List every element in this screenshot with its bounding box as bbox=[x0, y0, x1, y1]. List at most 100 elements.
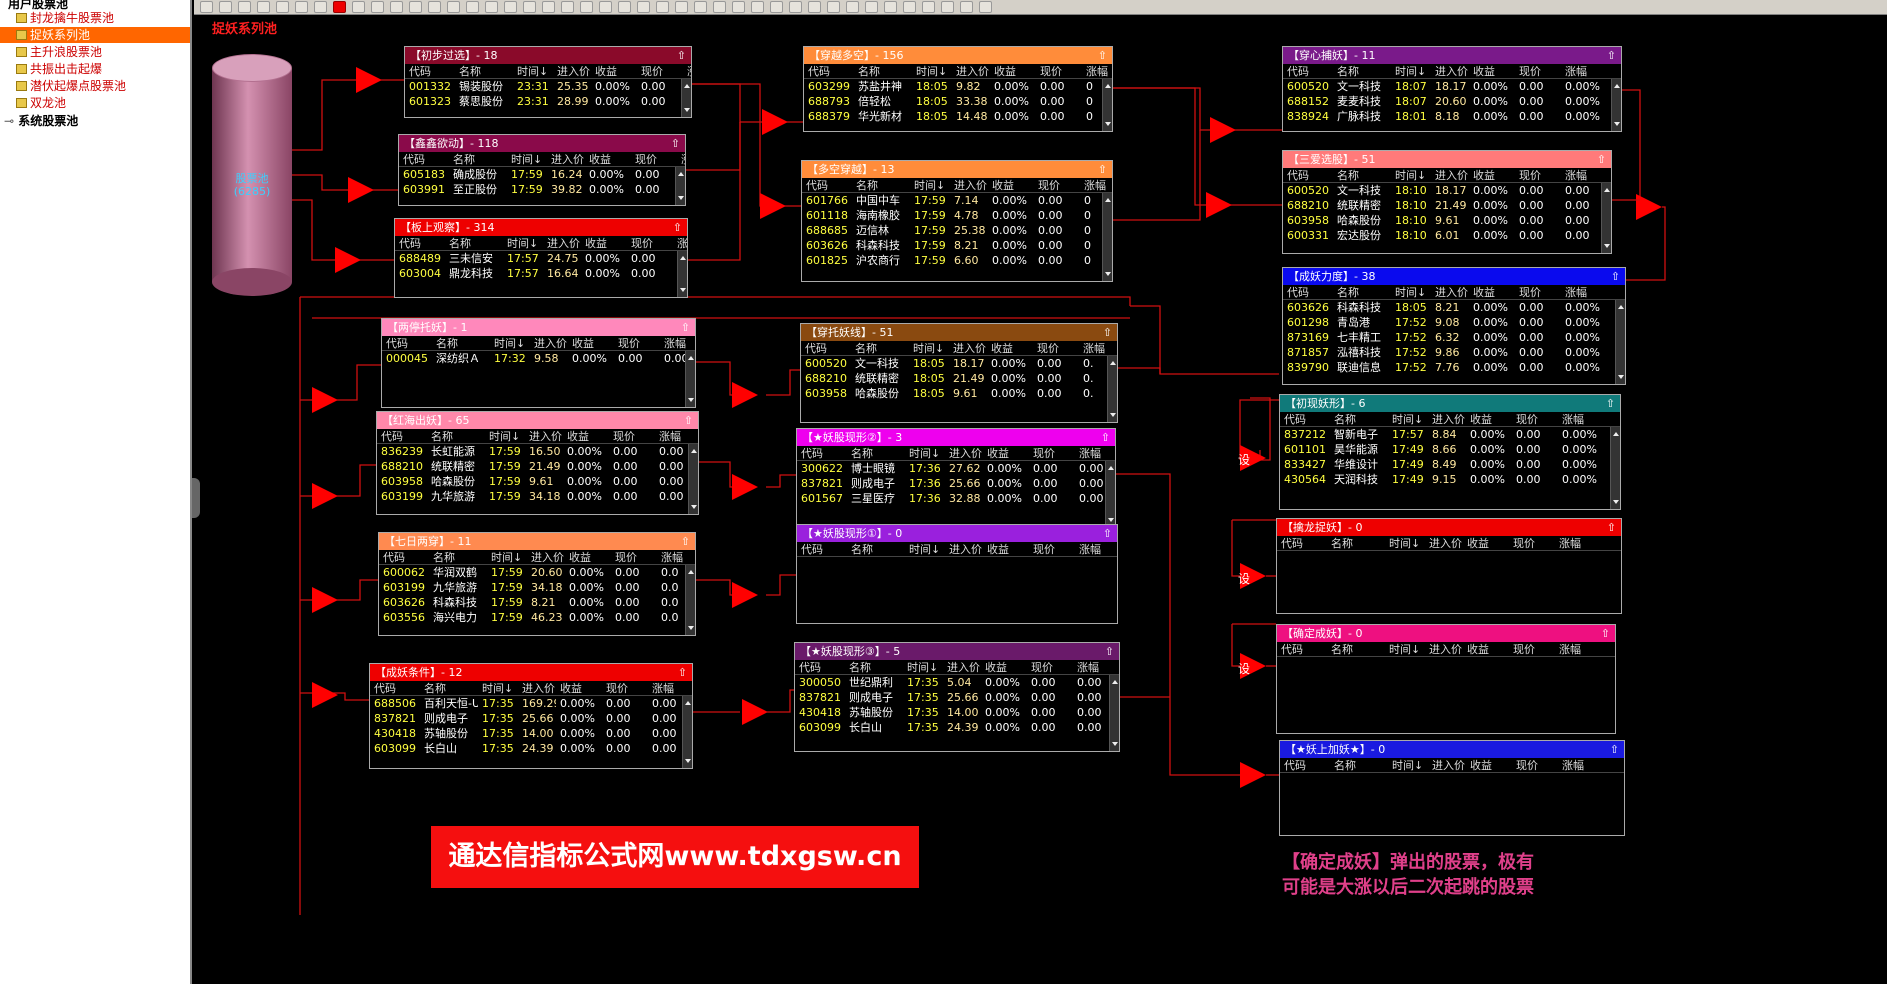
column-header-cell[interactable]: 代码 bbox=[1277, 536, 1327, 550]
column-header-cell[interactable]: 代码 bbox=[382, 336, 432, 350]
column-header-cell[interactable]: 现价 bbox=[611, 550, 657, 564]
toolbar-button[interactable] bbox=[371, 1, 384, 13]
column-header-cell[interactable]: 进入价 bbox=[1425, 536, 1463, 550]
column-header-cell[interactable]: 现价 bbox=[627, 236, 673, 250]
column-header-cell[interactable]: 涨幅 bbox=[1561, 168, 1601, 182]
table-row[interactable]: 603199 九华旅游 17:59 34.18 0.00% 0.00 0.00 bbox=[377, 489, 698, 504]
stock-panel[interactable]: 【成妖条件】- 12 ⇧ 代码 名称 时间↓ 进入价 收益 现价 涨幅 688506 百利天恒-U 1… bbox=[369, 663, 693, 769]
table-row[interactable]: 688489 三未信安 17:57 24.75 0.00% 0.00 bbox=[395, 251, 687, 266]
stock-panel[interactable]: 【成妖力度】- 38 ⇧ 代码 名称 时间↓ 进入价 收益 现价 涨幅 603626 科森科技 18:… bbox=[1282, 267, 1626, 385]
column-header-cell[interactable]: 涨幅 bbox=[657, 550, 695, 564]
table-row[interactable]: 837212 智新电子 17:57 8.84 0.00% 0.00 0.00% bbox=[1280, 427, 1620, 442]
table-row[interactable]: 603626 科森科技 18:05 8.21 0.00% 0.00 0.00% bbox=[1283, 300, 1625, 315]
column-header-cell[interactable]: 进入价 bbox=[530, 336, 568, 350]
toolbar-button[interactable] bbox=[561, 1, 574, 13]
table-row[interactable]: 837821 则成电子 17:36 25.66 0.00% 0.00 0.00 bbox=[797, 476, 1115, 491]
column-header-cell[interactable]: 名称 bbox=[1330, 758, 1388, 772]
table-row[interactable]: 838924 广脉科技 18:01 8.18 0.00% 0.00 0.00% bbox=[1283, 109, 1621, 124]
column-header-cell[interactable]: 收益 bbox=[591, 64, 637, 78]
table-row[interactable]: 688210 统联精密 18:05 21.49 0.00% 0.00 0. bbox=[801, 371, 1117, 386]
column-header-cell[interactable]: 现价 bbox=[1509, 642, 1555, 656]
column-header-cell[interactable]: 现价 bbox=[1515, 168, 1561, 182]
column-header-cell[interactable]: 现价 bbox=[1029, 542, 1075, 556]
toolbar-button[interactable] bbox=[789, 1, 802, 13]
table-row[interactable]: 605183 确成股份 17:59 16.24 0.00% 0.00 bbox=[399, 167, 685, 182]
column-header-cell[interactable]: 时间↓ bbox=[903, 660, 943, 674]
column-header-cell[interactable]: 涨幅 bbox=[673, 236, 687, 250]
column-header-cell[interactable]: 进入价 bbox=[553, 64, 591, 78]
expand-arrow-icon[interactable]: ⇧ bbox=[1601, 625, 1610, 642]
column-header-cell[interactable]: 收益 bbox=[1469, 285, 1515, 299]
toolbar-button[interactable] bbox=[428, 1, 441, 13]
table-row[interactable]: 603099 长白山 17:35 24.39 0.00% 0.00 0.00 bbox=[370, 741, 692, 756]
expand-arrow-icon[interactable]: ⇧ bbox=[684, 412, 693, 429]
stock-panel[interactable]: 【板上观察】- 314⇧代码名称时间↓进入价收益现价涨幅688489三未信安17… bbox=[394, 218, 688, 298]
column-header-cell[interactable]: 收益 bbox=[981, 660, 1027, 674]
column-header-cell[interactable]: 收益 bbox=[1469, 64, 1515, 78]
column-header-cell[interactable]: 涨幅 bbox=[660, 336, 695, 350]
panel-title[interactable]: 【红海出妖】- 65 ⇧ bbox=[377, 412, 698, 429]
column-header-cell[interactable]: 涨幅 bbox=[1561, 285, 1601, 299]
column-header-cell[interactable]: 收益 bbox=[1469, 168, 1515, 182]
column-header-cell[interactable]: 代码 bbox=[1280, 758, 1330, 772]
table-row[interactable]: 603958 哈森股份 18:10 9.61 0.00% 0.00 0.00 bbox=[1283, 213, 1611, 228]
table-row[interactable]: 603626 科森科技 17:59 8.21 0.00% 0.00 0.0 bbox=[379, 595, 695, 610]
column-header-cell[interactable]: 进入价 bbox=[1431, 285, 1469, 299]
table-row[interactable]: 837821 则成电子 17:35 25.66 0.00% 0.00 0.00 bbox=[370, 711, 692, 726]
column-header-cell[interactable]: 现价 bbox=[1033, 341, 1079, 355]
column-header-cell[interactable]: 时间↓ bbox=[507, 152, 547, 166]
toolbar-button[interactable] bbox=[713, 1, 726, 13]
table-row[interactable]: 430418 苏轴股份 17:35 14.00 0.00% 0.00 0.00 bbox=[795, 705, 1119, 720]
column-header-cell[interactable]: 代码 bbox=[797, 542, 847, 556]
column-header-cell[interactable]: 名称 bbox=[845, 660, 903, 674]
scrollbar[interactable] bbox=[1611, 79, 1621, 131]
scrollbar[interactable] bbox=[685, 351, 695, 407]
column-header-cell[interactable]: 涨幅 bbox=[655, 429, 695, 443]
column-header-cell[interactable]: 收益 bbox=[983, 446, 1029, 460]
column-header-cell[interactable]: 进入价 bbox=[952, 64, 990, 78]
panel-title[interactable]: 【擒龙捉妖】- 0 ⇧ bbox=[1277, 519, 1621, 536]
expand-arrow-icon[interactable]: ⇧ bbox=[1597, 151, 1606, 168]
column-header-cell[interactable]: 现价 bbox=[602, 681, 648, 695]
panel-title[interactable]: 【成妖条件】- 12 ⇧ bbox=[370, 664, 692, 681]
column-header-cell[interactable]: 名称 bbox=[455, 64, 513, 78]
stock-panel[interactable]: 【初步过选】- 18⇧代码名称时间↓进入价收益现价涨幅001332锡装股份23:… bbox=[404, 46, 692, 118]
stock-panel[interactable]: 【穿心捕妖】- 11 ⇧ 代码 名称 时间↓ 进入价 收益 现价 涨幅 600520 文一科技 18:… bbox=[1282, 46, 1622, 132]
column-header-cell[interactable]: 收益 bbox=[1463, 642, 1509, 656]
column-header-cell[interactable]: 名称 bbox=[1327, 642, 1385, 656]
stock-panel[interactable]: 【红海出妖】- 65 ⇧ 代码 名称 时间↓ 进入价 收益 现价 涨幅 836239 长虹能源 17:… bbox=[376, 411, 699, 515]
toolbar-button[interactable] bbox=[466, 1, 479, 13]
toolbar-button[interactable] bbox=[808, 1, 821, 13]
stock-panel[interactable]: 【★妖股现形②】- 3 ⇧ 代码 名称 时间↓ 进入价 收益 现价 涨幅 300622 博士眼镜 17… bbox=[796, 428, 1116, 528]
column-header-cell[interactable]: 进入价 bbox=[943, 660, 981, 674]
column-header-cell[interactable]: 代码 bbox=[370, 681, 420, 695]
table-row[interactable]: 430418 苏轴股份 17:35 14.00 0.00% 0.00 0.00 bbox=[370, 726, 692, 741]
expand-arrow-icon[interactable]: ⇧ bbox=[1611, 268, 1620, 285]
table-row[interactable]: 603004 鼎龙科技 17:57 16.64 0.00% 0.00 bbox=[395, 266, 687, 281]
scrollbar[interactable] bbox=[1105, 461, 1115, 527]
toolbar-button[interactable] bbox=[352, 1, 365, 13]
expand-arrow-icon[interactable]: ⇧ bbox=[681, 319, 690, 336]
table-row[interactable]: 601101 昊华能源 17:49 8.66 0.00% 0.00 0.00% bbox=[1280, 442, 1620, 457]
panel-title[interactable]: 【穿越多空】- 156 ⇧ bbox=[804, 47, 1112, 64]
table-row[interactable]: 600062 华润双鹤 17:59 20.60 0.00% 0.00 0.0 bbox=[379, 565, 695, 580]
panel-title[interactable]: 【★妖股现形②】- 3 ⇧ bbox=[797, 429, 1115, 446]
expand-arrow-icon[interactable]: ⇧ bbox=[1098, 47, 1107, 64]
column-header-cell[interactable]: 名称 bbox=[1330, 412, 1388, 426]
column-header-cell[interactable]: 涨幅 bbox=[677, 152, 685, 166]
toolbar-button[interactable] bbox=[409, 1, 422, 13]
column-header-cell[interactable]: 进入价 bbox=[945, 446, 983, 460]
scrollbar[interactable] bbox=[1610, 427, 1620, 509]
column-header-cell[interactable]: 时间↓ bbox=[1391, 168, 1431, 182]
toolbar-button[interactable] bbox=[599, 1, 612, 13]
table-row[interactable]: 300050 世纪鼎利 17:35 5.04 0.00% 0.00 0.00 bbox=[795, 675, 1119, 690]
column-header-cell[interactable]: 代码 bbox=[797, 446, 847, 460]
column-header-cell[interactable]: 收益 bbox=[990, 64, 1036, 78]
column-header-cell[interactable]: 时间↓ bbox=[909, 341, 949, 355]
stock-panel[interactable]: 【穿托妖线】- 51 ⇧ 代码 名称 时间↓ 进入价 收益 现价 涨幅 600520 文一科技 18:… bbox=[800, 323, 1118, 423]
panel-title[interactable]: 【初步过选】- 18 ⇧ bbox=[405, 47, 691, 64]
expand-arrow-icon[interactable]: ⇧ bbox=[678, 664, 687, 681]
settings-button[interactable]: 设 bbox=[1238, 451, 1250, 468]
column-header-cell[interactable]: 现价 bbox=[631, 152, 677, 166]
column-header-cell[interactable]: 收益 bbox=[568, 336, 614, 350]
